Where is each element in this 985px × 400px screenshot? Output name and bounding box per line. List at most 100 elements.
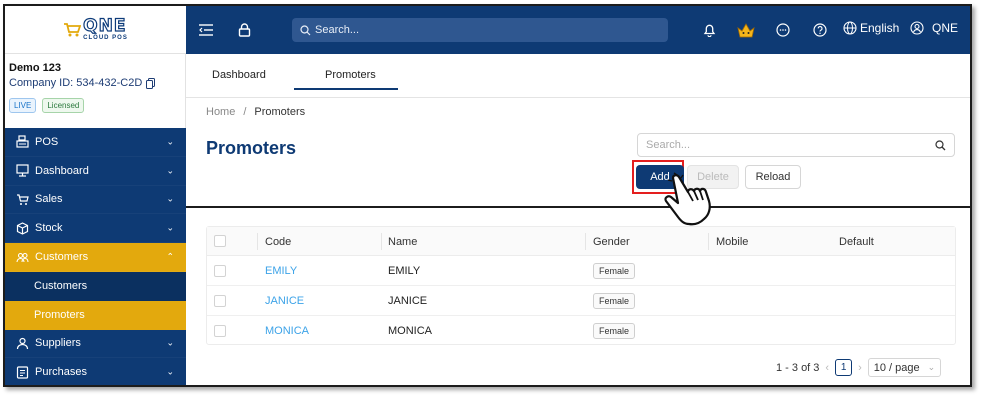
sidebar-subitem-customers[interactable]: Customers [5,271,186,301]
crown-mascot-icon[interactable] [736,21,756,39]
page-size-value: 10 / page [873,361,920,374]
person-icon [16,337,29,350]
chevron-down-icon: ⌄ [166,193,174,204]
chat-icon[interactable] [775,22,791,38]
box-icon [16,222,29,235]
table-row[interactable]: MONICA MONICA Female [207,316,955,346]
page-number-button[interactable]: 1 [835,359,853,376]
company-name: Demo 123 [9,62,61,74]
gender-tag: Female [593,323,636,339]
chevron-down-icon: ⌄ [166,136,174,147]
chevron-down-icon: ⌄ [166,165,174,176]
column-header-name[interactable]: Name [388,236,417,248]
bell-icon[interactable] [701,22,717,38]
row-name: JANICE [388,295,428,307]
column-header-default[interactable]: Default [839,236,874,248]
page-title: Promoters [206,138,297,158]
sidebar-item-label: Sales [35,193,63,206]
globe-icon [843,21,857,35]
gender-tag: Female [593,263,636,279]
sidebar-subitem-promoters[interactable]: Promoters [5,300,186,330]
table-header: Code Name Gender Mobile Default [207,227,955,256]
table-row[interactable]: EMILY EMILY Female [207,256,955,286]
column-separator [708,233,709,250]
company-id: Company ID: 534-432-C2D [9,77,181,89]
user-icon [910,21,924,35]
cart-icon [16,193,29,206]
language-label: English [860,21,900,35]
next-page-icon[interactable]: › [858,362,862,374]
copy-icon[interactable] [146,77,156,89]
breadcrumb-separator: / [243,106,247,118]
qne-logo[interactable]: QNE CLOUD POS [63,16,128,41]
help-icon[interactable] [812,22,828,38]
menu-collapse-icon[interactable] [198,22,214,38]
breadcrumb: Home / Promoters [206,106,305,118]
sidebar-item-label: Purchases [35,366,87,379]
gender-tag: Female [593,293,636,309]
chevron-up-icon: ⌃ [166,251,174,262]
pagination: 1 - 3 of 3 ‹ 1 › 10 / page ⌄ [776,358,942,377]
select-all-checkbox[interactable] [214,235,226,247]
breadcrumb-current: Promoters [254,106,306,118]
chevron-down-icon: ⌄ [166,366,174,377]
column-header-mobile[interactable]: Mobile [716,236,748,248]
sidebar-item-purchases[interactable]: Purchases ⌄ [5,358,186,385]
sidebar-item-sales[interactable]: Sales ⌄ [5,186,186,215]
row-code-link[interactable]: EMILY [265,265,297,277]
column-header-gender[interactable]: Gender [593,236,630,248]
user-menu[interactable]: QNE [910,21,958,35]
search-input[interactable]: Search... [637,133,955,157]
sidebar-item-suppliers[interactable]: Suppliers ⌄ [5,330,186,359]
sidebar-item-label: Promoters [34,309,85,322]
search-placeholder: Search... [315,24,360,36]
company-panel: Demo 123 Company ID: 534-432-C2D LIVE Li… [5,54,186,128]
register-icon [16,135,29,148]
table-row[interactable]: JANICE JANICE Female [207,286,955,316]
logo-wordmark: QNE [83,16,127,36]
chevron-down-icon: ⌄ [166,222,174,233]
reload-button[interactable]: Reload [745,165,801,189]
licensed-badge: Licensed [42,98,85,113]
row-code-link[interactable]: JANICE [265,295,304,307]
sidebar-item-stock[interactable]: Stock ⌄ [5,214,186,244]
active-tab-indicator [294,88,398,90]
prev-page-icon[interactable]: ‹ [825,362,829,374]
company-id-label: Company ID: 534-432-C2D [9,77,143,89]
tab-promoters[interactable]: Promoters [325,69,376,81]
sidebar-item-customers[interactable]: Customers ⌃ [5,243,186,272]
page-size-select[interactable]: 10 / page ⌄ [867,358,942,377]
global-search-input[interactable]: Search... [292,18,668,42]
row-checkbox[interactable] [214,295,226,307]
chevron-down-icon: ⌄ [927,362,936,372]
row-name: EMILY [388,265,421,277]
sidebar-item-label: Customers [34,280,88,293]
row-checkbox[interactable] [214,265,226,277]
column-header-code[interactable]: Code [265,236,291,248]
sidebar-item-pos[interactable]: POS ⌄ [5,128,186,157]
breadcrumb-home[interactable]: Home [206,106,235,118]
receipt-icon [16,366,29,379]
app-window: QNE CLOUD POS Demo 123 Company ID: 534-4… [3,4,972,387]
search-icon[interactable] [935,139,946,151]
chevron-down-icon: ⌄ [166,337,174,348]
logo-bar: QNE CLOUD POS [5,6,186,54]
logo-tagline: CLOUD POS [83,35,128,41]
lock-icon[interactable] [236,22,252,38]
sidebar-item-dashboard[interactable]: Dashboard ⌄ [5,157,186,186]
search-icon [300,24,311,35]
sidebar-item-label: POS [35,135,59,148]
tab-dashboard[interactable]: Dashboard [212,69,266,81]
language-selector[interactable]: English [843,21,899,35]
sidebar: POS ⌄ Dashboard ⌄ Sales ⌄ Stock ⌄ Custom… [5,128,186,385]
sidebar-item-label: Dashboard [35,164,89,177]
section-divider [186,206,970,208]
row-checkbox[interactable] [214,325,226,337]
row-name: MONICA [388,325,432,337]
monitor-icon [16,164,29,177]
column-separator [257,233,258,250]
search-input-placeholder: Search... [646,139,691,151]
row-code-link[interactable]: MONICA [265,325,309,337]
pointing-hand-cursor-icon [664,172,711,226]
column-separator [585,233,586,250]
